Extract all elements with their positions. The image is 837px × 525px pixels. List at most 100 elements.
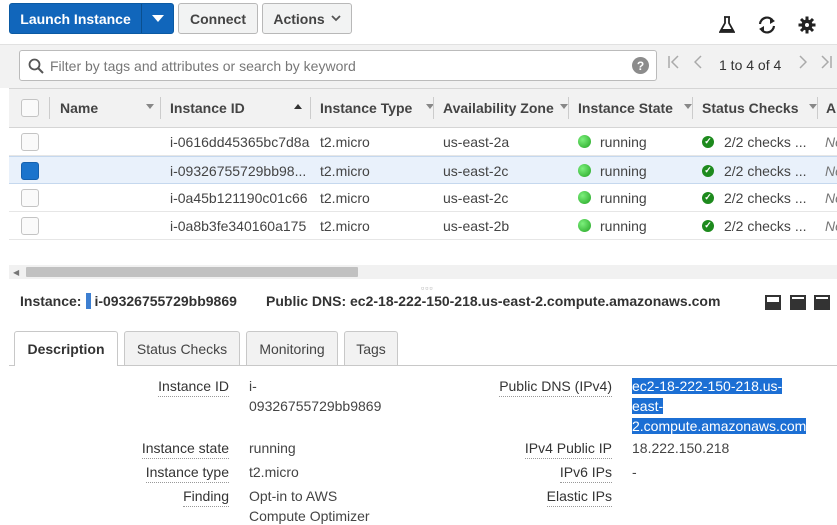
sort-icon (809, 104, 817, 109)
filter-bar: ? 1 to 4 of 4 (0, 44, 837, 88)
pane-full-icon[interactable] (814, 295, 830, 310)
field-value-line: 09326755729bb9869 (249, 398, 382, 414)
checks-text: 2/2 checks ... (724, 189, 807, 206)
cell-alarm-status: No (825, 217, 837, 234)
table-row[interactable]: i-0a8b3fe340160a175 t2.micro us-east-2b … (9, 212, 837, 240)
horizontal-scrollbar[interactable]: ◀ (9, 265, 837, 279)
launch-dropdown-caret-icon[interactable] (142, 4, 173, 33)
active-tab-gap (15, 364, 117, 366)
cell-instance-id: i-0a8b3fe340160a175 (170, 217, 307, 234)
checks-text: 2/2 checks ... (724, 162, 807, 179)
state-text: running (600, 162, 647, 179)
search-input[interactable] (50, 56, 620, 76)
sort-icon (146, 104, 154, 109)
cell-alarm-status: No (825, 133, 837, 150)
help-icon[interactable]: ? (632, 57, 649, 74)
running-status-icon (578, 191, 591, 204)
sort-ascending-icon (294, 104, 302, 109)
launch-instance-label[interactable]: Launch Instance (10, 4, 142, 33)
row-checkbox[interactable] (21, 133, 39, 151)
checks-text: 2/2 checks ... (724, 133, 807, 150)
column-header-label: Instance ID (170, 100, 245, 116)
column-divider (568, 97, 569, 119)
column-header-alarm-status[interactable]: Al (826, 89, 837, 127)
last-page-icon[interactable] (821, 55, 833, 73)
gear-icon[interactable] (796, 14, 818, 36)
field-value-line: ec2-18-222-150-218.us- (632, 378, 783, 394)
cell-instance-id: i-0616dd45365bc7d8a (170, 133, 310, 150)
column-header-label: Instance Type (320, 100, 413, 116)
cell-status-checks: ✓ 2/2 checks ... (702, 184, 806, 211)
column-header-label: Availability Zone (443, 100, 554, 116)
row-checkbox[interactable] (21, 217, 39, 235)
cell-availability-zone: us-east-2c (443, 162, 509, 179)
pane-bottom-icon[interactable] (765, 295, 781, 310)
state-text: running (600, 217, 647, 234)
select-all-checkbox[interactable] (21, 99, 39, 117)
cell-instance-id: i-0a45b121190c01c66 (170, 189, 308, 206)
field-label: IPv6 IPs (559, 464, 612, 483)
column-header-availability-zone[interactable]: Availability Zone (443, 89, 568, 127)
column-header-status-checks[interactable]: Status Checks (702, 89, 817, 127)
table-row[interactable]: i-0a45b121190c01c66 t2.micro us-east-2c … (9, 184, 837, 212)
field-value-line: 2.compute.amazonaws.com (632, 418, 807, 434)
search-box[interactable]: ? (19, 50, 657, 81)
field-value: Opt-in to AWS Compute Optimizer (249, 486, 370, 525)
running-status-icon (578, 219, 591, 232)
field-value: 18.222.150.218 (632, 438, 729, 458)
column-header-instance-type[interactable]: Instance Type (320, 89, 435, 127)
tab-divider (9, 365, 837, 366)
instance-id-value: i-09326755729bb9869 (94, 293, 237, 309)
row-checkbox[interactable] (21, 189, 39, 207)
resize-grip-icon[interactable]: ▫▫▫ (421, 283, 434, 293)
next-page-icon[interactable] (799, 55, 808, 73)
field-value-line: Opt-in to AWS (249, 488, 338, 504)
column-divider (160, 97, 161, 119)
field-value-line: - (632, 464, 637, 480)
column-header-label: Name (60, 100, 99, 116)
column-divider (310, 97, 311, 119)
flask-icon[interactable] (716, 14, 738, 36)
cell-instance-type: t2.micro (320, 189, 370, 206)
field-label: Finding (183, 488, 229, 507)
field-value-line: running (249, 440, 296, 456)
cell-instance-state: running (578, 184, 647, 211)
detail-instance-header: Instance: i-09326755729bb9869 (20, 293, 237, 309)
column-divider (49, 97, 50, 119)
column-divider (692, 97, 693, 119)
field-value: running (249, 438, 296, 458)
field-label: Public DNS (IPv4) (499, 378, 612, 397)
column-header-name[interactable]: Name (60, 89, 158, 127)
check-passed-icon: ✓ (702, 191, 714, 204)
actions-button[interactable]: Actions (262, 3, 352, 34)
actions-label: Actions (273, 10, 325, 27)
row-checkbox[interactable] (21, 162, 39, 180)
tab-description[interactable]: Description (14, 331, 118, 366)
cell-alarm-status: No (825, 189, 837, 206)
field-label: Instance ID (158, 378, 229, 397)
refresh-icon[interactable] (756, 14, 778, 36)
pane-half-icon[interactable] (790, 295, 806, 310)
table-row[interactable]: i-09326755729bb98... t2.micro us-east-2c… (9, 156, 837, 184)
field-value: t2.micro (249, 462, 299, 482)
public-dns-header: Public DNS: ec2-18-222-150-218.us-east-2… (266, 293, 721, 309)
field-label: Instance type (145, 464, 229, 483)
cell-instance-state: running (578, 212, 647, 239)
field-label: Instance state (141, 440, 229, 459)
first-page-icon[interactable] (668, 55, 680, 73)
column-header-instance-state[interactable]: Instance State (578, 89, 692, 127)
tab-tags[interactable]: Tags (344, 331, 398, 365)
column-header-instance-id[interactable]: Instance ID (170, 89, 310, 127)
cell-availability-zone: us-east-2c (443, 189, 509, 206)
tab-monitoring[interactable]: Monitoring (246, 331, 338, 365)
previous-page-icon[interactable] (693, 55, 702, 73)
launch-instance-button[interactable]: Launch Instance (9, 3, 174, 34)
field-value-line: Compute Optimizer (249, 508, 370, 524)
field-label: IPv4 Public IP (524, 440, 612, 459)
scroll-left-icon[interactable]: ◀ (13, 268, 19, 277)
table-row[interactable]: i-0616dd45365bc7d8a t2.micro us-east-2a … (9, 128, 837, 156)
tab-status-checks[interactable]: Status Checks (124, 331, 240, 365)
scrollbar-thumb[interactable] (26, 267, 358, 277)
public-dns-value[interactable]: ec2-18-222-150-218.us-east- 2.compute.ama… (632, 376, 807, 436)
connect-button[interactable]: Connect (178, 3, 258, 34)
